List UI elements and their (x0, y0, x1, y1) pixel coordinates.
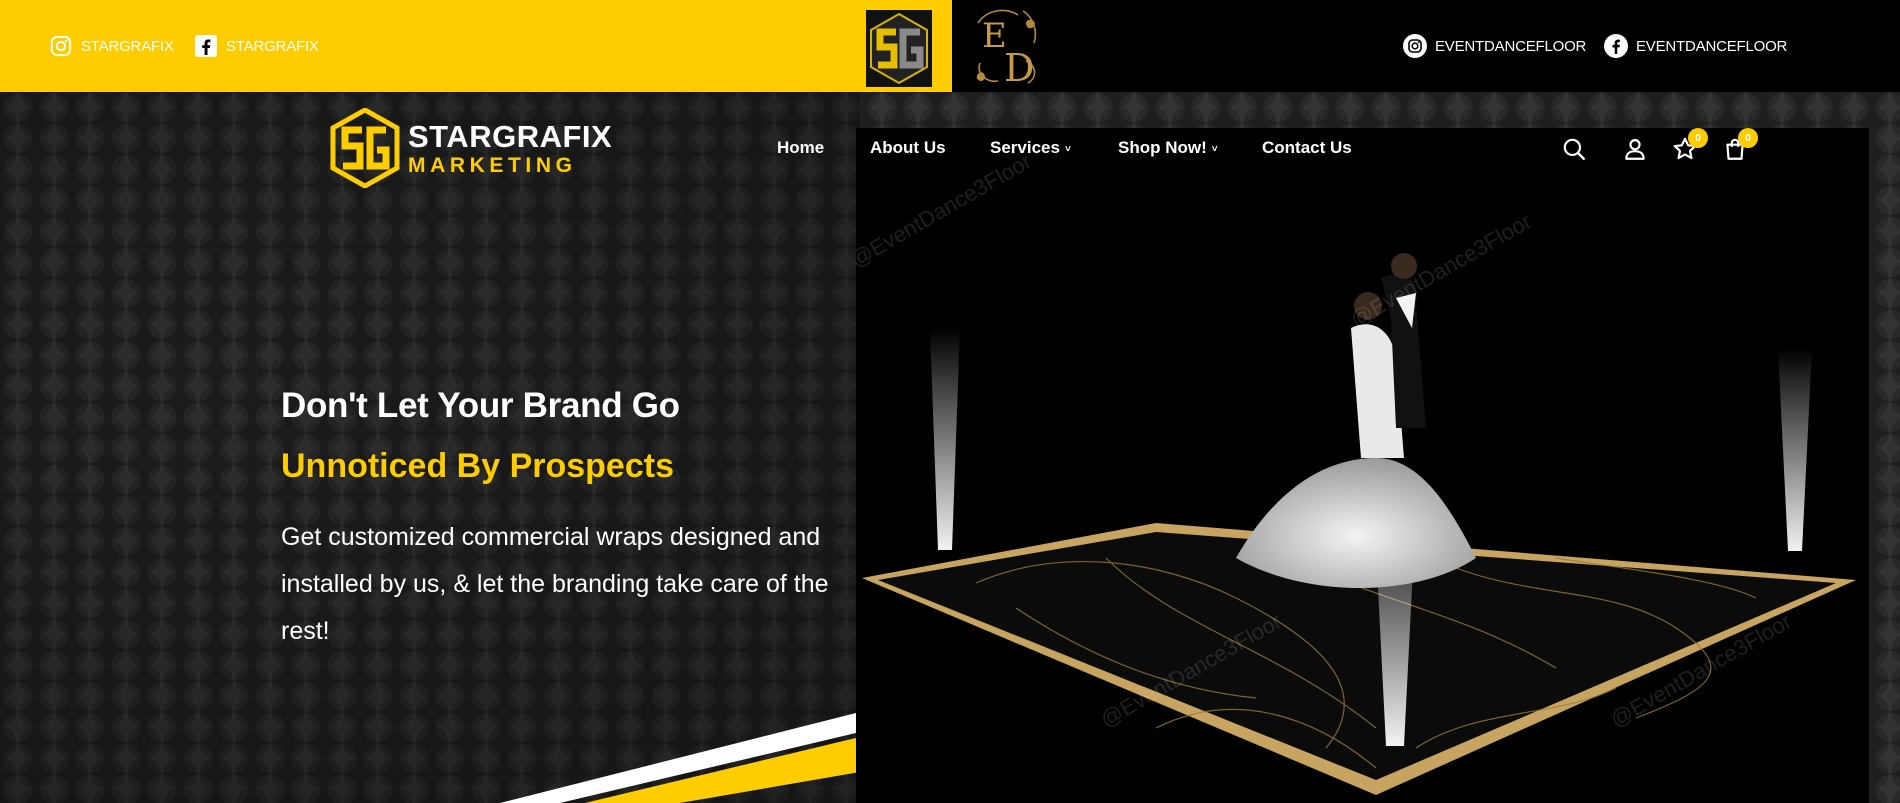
nav-about-us[interactable]: About Us (870, 138, 946, 158)
instagram-link-label: EVENTDANCEFLOOR (1435, 37, 1587, 55)
hero-image: @EventDance3Floor @EventDance3Floor @Eve… (856, 128, 1869, 803)
svg-text:D: D (1004, 46, 1034, 89)
brand-name: STARGRAFIX (408, 118, 613, 154)
facebook-link-stargrafix[interactable]: STARGRAFIX (194, 34, 319, 58)
cart-count-badge: 0 (1738, 128, 1758, 148)
wedding-dance-floor-illustration: @EventDance3Floor @EventDance3Floor @Eve… (856, 128, 1869, 803)
instagram-icon (49, 34, 73, 58)
facebook-link-label: EVENTDANCEFLOOR (1636, 37, 1788, 55)
stargrafix-logo[interactable]: STARGRAFIX MARKETING (330, 108, 612, 188)
wishlist-button[interactable]: 0 (1672, 128, 1708, 162)
search-button[interactable] (1561, 136, 1587, 162)
instagram-icon (1403, 34, 1427, 58)
account-button[interactable] (1622, 136, 1648, 162)
instagram-link-eventdancefloor[interactable]: EVENTDANCEFLOOR (1403, 34, 1586, 58)
instagram-link-label: STARGRAFIX (81, 37, 174, 55)
stargrafix-logo-mark-icon (330, 108, 400, 188)
chevron-down-icon: ˅ (1064, 143, 1071, 155)
nav-shop-now[interactable]: Shop Now! ˅ (1118, 138, 1218, 158)
hero-headline-highlight: Unnoticed By Prospects (281, 447, 674, 485)
top-bar-left: STARGRAFIX STARGRAFIX (0, 0, 952, 92)
facebook-link-label: STARGRAFIX (226, 37, 319, 55)
search-icon (1563, 138, 1585, 160)
instagram-link-stargrafix[interactable]: STARGRAFIX (49, 34, 174, 58)
facebook-icon (194, 34, 218, 58)
wishlist-count-badge: 0 (1688, 128, 1708, 148)
brand-tagline: MARKETING (408, 153, 577, 177)
cart-button[interactable]: 0 (1722, 128, 1758, 162)
hero-description: Get customized commercial wraps designed… (281, 523, 829, 645)
facebook-link-eventdancefloor[interactable]: EVENTDANCEFLOOR (1604, 34, 1787, 58)
user-icon (1625, 139, 1645, 160)
facebook-icon (1604, 34, 1628, 58)
event-dance-floor-mini-logo[interactable]: E D (968, 3, 1046, 90)
hero-headline: Don't Let Your Brand Go (281, 386, 680, 425)
stargrafix-mini-logo[interactable] (866, 10, 932, 87)
nav-home[interactable]: Home (777, 138, 824, 158)
nav-contact-us[interactable]: Contact Us (1262, 138, 1352, 158)
chevron-down-icon: ˅ (1211, 143, 1218, 155)
nav-services[interactable]: Services ˅ (990, 138, 1071, 158)
